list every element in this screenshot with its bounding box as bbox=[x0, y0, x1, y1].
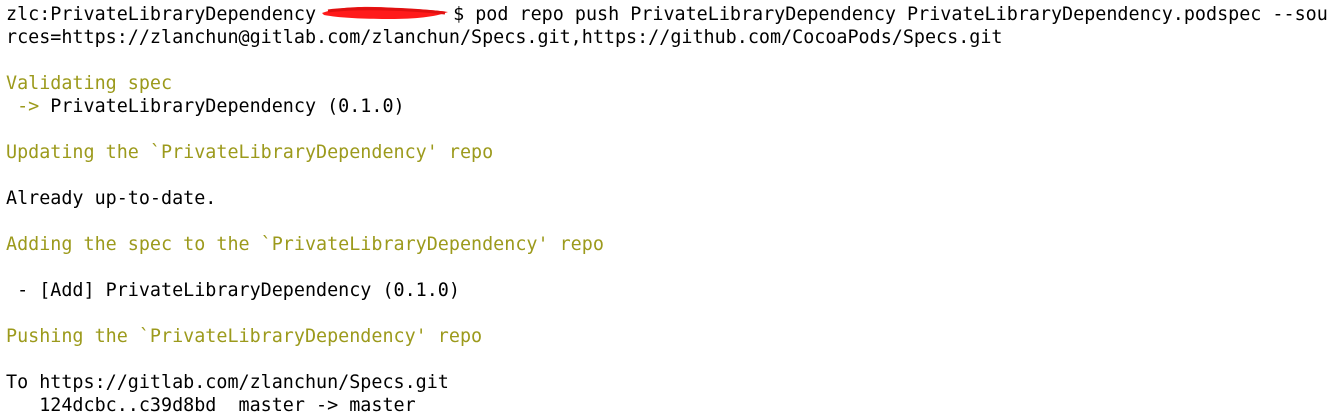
updating-repo-heading: Updating the `PrivateLibraryDependency' … bbox=[6, 142, 494, 163]
arrow-marker: -> bbox=[6, 96, 40, 117]
push-result-line: 124dcbc..c39d8bd master -> master bbox=[6, 395, 416, 415]
validated-pod-line: -> PrivateLibraryDependency (0.1.0) bbox=[6, 95, 405, 118]
pushing-repo-heading: Pushing the `PrivateLibraryDependency' r… bbox=[6, 326, 483, 347]
push-destination-line: To https://gitlab.com/zlanchun/Specs.git bbox=[6, 372, 449, 393]
adding-spec-heading: Adding the spec to the `PrivateLibraryDe… bbox=[6, 234, 604, 255]
prompt-prefix: zlc:PrivateLibraryDependency bbox=[6, 4, 328, 25]
command-text: $ pod repo push PrivateLibraryDependency… bbox=[453, 4, 1328, 25]
terminal-window[interactable]: zlc:PrivateLibraryDependency $ pod repo … bbox=[0, 0, 1328, 415]
redaction-mark bbox=[322, 6, 448, 19]
added-pod-line: - [Add] PrivateLibraryDependency (0.1.0) bbox=[6, 280, 460, 301]
validated-pod-name: PrivateLibraryDependency (0.1.0) bbox=[39, 96, 405, 117]
up-to-date-message: Already up-to-date. bbox=[6, 188, 217, 209]
command-line: zlc:PrivateLibraryDependency $ pod repo … bbox=[6, 3, 1328, 26]
command-continuation: rces=https://zlanchun@gitlab.com/zlanchu… bbox=[6, 27, 1003, 48]
validating-spec-heading: Validating spec bbox=[6, 73, 173, 94]
